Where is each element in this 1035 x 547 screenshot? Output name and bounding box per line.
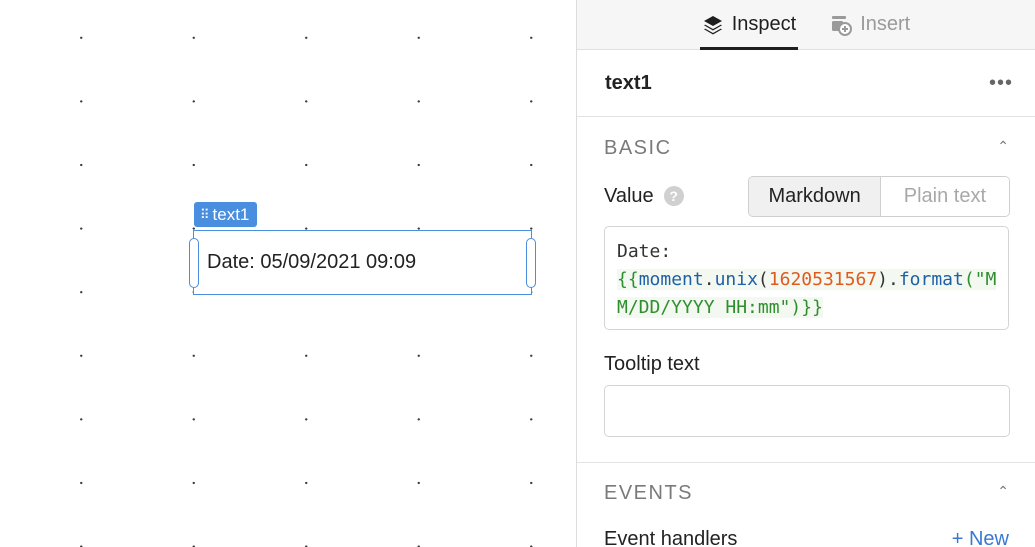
value-label: Value: [604, 184, 654, 207]
component-name[interactable]: text1: [605, 72, 652, 95]
markdown-mode-button[interactable]: Markdown: [749, 176, 881, 216]
events-section-title: EVENTS: [604, 481, 694, 504]
code-line-1: Date:: [617, 241, 672, 262]
more-options-icon[interactable]: •••: [989, 72, 1013, 95]
tab-inspect[interactable]: Inspect: [699, 0, 799, 50]
plain-text-mode-button[interactable]: Plain text: [880, 176, 1009, 216]
new-event-handler-link[interactable]: + New: [952, 528, 1009, 547]
chevron-up-icon[interactable]: ⌃: [997, 138, 1009, 155]
panel-tabs: Inspect Insert: [577, 0, 1035, 50]
component-header: text1 •••: [577, 50, 1035, 117]
resize-handle-left[interactable]: [189, 238, 199, 288]
code-line-2: {{moment.unix(1620531567).format("M: [617, 269, 997, 290]
value-mode-toggle: Markdown Plain text: [748, 175, 1010, 217]
drag-grip-icon[interactable]: ⠿: [200, 202, 209, 227]
component-tag-label: text1: [212, 205, 250, 224]
tooltip-label: Tooltip text: [604, 353, 700, 375]
text-component[interactable]: Date: 05/09/2021 09:09: [189, 230, 536, 295]
component-tag[interactable]: ⠿ text1: [194, 202, 258, 227]
code-line-3: M/DD/YYYY HH:mm")}}: [617, 297, 823, 318]
text-component-content: Date: 05/09/2021 09:09: [207, 251, 417, 273]
basic-section-header[interactable]: BASIC ⌃: [577, 118, 1035, 178]
event-handlers-label: Event handlers: [604, 528, 738, 547]
editor-canvas[interactable]: ⠿ text1 Date: 05/09/2021 09:09: [0, 0, 577, 547]
value-row: Value ? Markdown Plain text: [577, 174, 1035, 218]
tab-insert-label: Insert: [860, 13, 911, 35]
tab-inspect-label: Inspect: [731, 13, 797, 35]
basic-section: BASIC ⌃ Value ? Markdown Plain text Date…: [577, 118, 1035, 437]
value-label-group: Value ?: [604, 185, 684, 208]
layers-icon: [702, 14, 724, 36]
events-section: EVENTS ⌃ Event handlers + New: [577, 462, 1035, 547]
help-icon[interactable]: ?: [663, 186, 684, 206]
value-code-editor[interactable]: Date: {{moment.unix(1620531567).format("…: [604, 226, 1009, 330]
insert-component-icon: [830, 14, 853, 36]
event-handlers-row: Event handlers + New: [577, 528, 1035, 547]
events-section-header[interactable]: EVENTS ⌃: [577, 463, 1035, 523]
chevron-up-icon[interactable]: ⌃: [997, 483, 1009, 500]
inspector-panel: Inspect Insert text1 ••• BASIC ⌃ Value ?…: [576, 0, 1035, 547]
tooltip-input[interactable]: [604, 385, 1010, 437]
tab-insert[interactable]: Insert: [828, 0, 912, 49]
resize-handle-right[interactable]: [526, 238, 536, 288]
basic-section-title: BASIC: [604, 136, 672, 159]
